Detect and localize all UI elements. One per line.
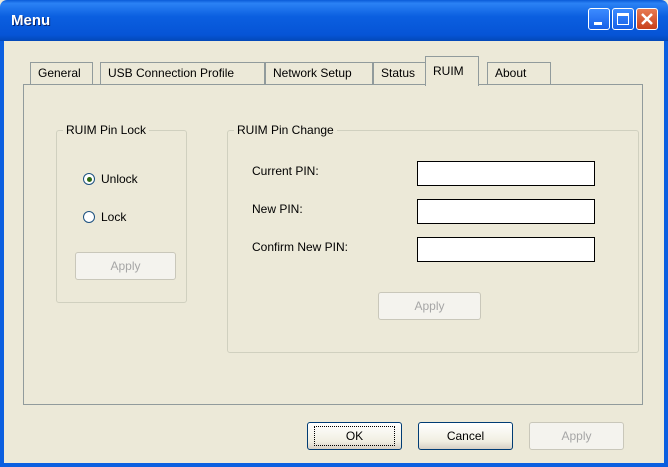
- confirm-new-pin-label: Confirm New PIN:: [252, 240, 349, 254]
- minimize-button[interactable]: [588, 8, 610, 30]
- minimize-icon: [594, 22, 602, 25]
- lock-label: Lock: [101, 210, 127, 224]
- unlock-radio-option[interactable]: Unlock: [83, 172, 138, 186]
- tab-ruim[interactable]: RUIM: [425, 56, 479, 86]
- tab-status[interactable]: Status: [373, 62, 426, 84]
- confirm-new-pin-field[interactable]: [417, 237, 595, 262]
- maximize-icon: [617, 13, 629, 25]
- tab-network-setup[interactable]: Network Setup: [265, 62, 373, 84]
- current-pin-field[interactable]: [417, 161, 595, 186]
- unlock-radio[interactable]: [83, 173, 95, 185]
- new-pin-label: New PIN:: [252, 202, 303, 216]
- pin-lock-group: RUIM Pin Lock Unlock Lock Apply: [56, 123, 187, 303]
- close-button[interactable]: [636, 8, 658, 30]
- apply-button[interactable]: Apply: [529, 422, 624, 450]
- lock-radio-option[interactable]: Lock: [83, 210, 126, 224]
- current-pin-label: Current PIN:: [252, 164, 319, 178]
- new-pin-field[interactable]: [417, 199, 595, 224]
- maximize-button[interactable]: [612, 8, 634, 30]
- tab-usb-connection-profile[interactable]: USB Connection Profile: [100, 62, 265, 84]
- window-frame-left: [0, 41, 4, 467]
- window-frame-right: [664, 41, 668, 467]
- pin-lock-apply-button[interactable]: Apply: [75, 252, 176, 280]
- pin-change-group: RUIM Pin Change Current PIN: New PIN: Co…: [227, 123, 639, 353]
- window-title: Menu: [11, 12, 51, 29]
- ruim-tab-panel: RUIM Pin Lock Unlock Lock Apply RUIM Pin…: [23, 84, 643, 405]
- pin-change-legend: RUIM Pin Change: [234, 123, 337, 137]
- lock-radio[interactable]: [83, 211, 95, 223]
- cancel-button[interactable]: Cancel: [418, 422, 513, 450]
- pin-change-apply-button[interactable]: Apply: [378, 292, 481, 320]
- unlock-label: Unlock: [101, 172, 138, 186]
- title-bar[interactable]: Menu: [0, 0, 668, 41]
- close-icon: [641, 13, 653, 25]
- window-frame-bottom: [0, 463, 668, 467]
- pin-lock-legend: RUIM Pin Lock: [63, 123, 150, 137]
- ok-button-label: OK: [314, 426, 395, 446]
- tab-about[interactable]: About: [487, 62, 551, 84]
- tab-general[interactable]: General: [30, 62, 93, 84]
- ok-button[interactable]: OK: [307, 422, 402, 450]
